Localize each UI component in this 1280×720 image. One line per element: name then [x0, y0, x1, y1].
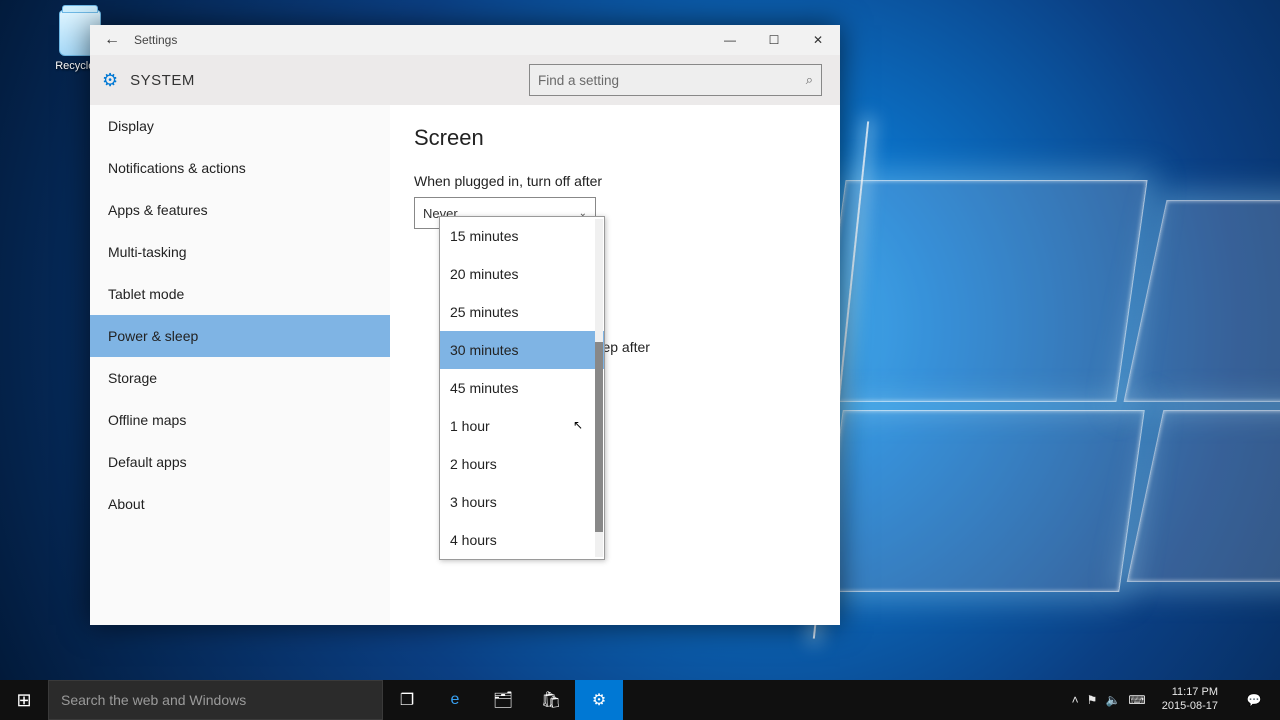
dropdown-option[interactable]: 3 hours [440, 483, 604, 521]
clock-date: 2015-08-17 [1162, 700, 1218, 714]
settings-header: ⚙ SYSTEM Find a setting ⌕ [90, 55, 840, 105]
settings-taskbar-icon[interactable]: ⚙ [575, 680, 623, 720]
maximize-button[interactable]: ☐ [752, 25, 796, 55]
action-center-icon[interactable]: 💬 [1234, 693, 1274, 707]
screen-turnoff-label: When plugged in, turn off after [414, 173, 816, 189]
taskbar: ⊞ Search the web and Windows ❐ e 🗂 🛍 ⚙ ˄… [0, 680, 1280, 720]
dropdown-option[interactable]: 4 hours [440, 521, 604, 559]
keyboard-icon[interactable]: ⌨ [1128, 693, 1145, 707]
tray-icon[interactable]: ⚑ [1087, 693, 1098, 707]
mouse-cursor: ↖ [573, 418, 583, 432]
dropdown-option[interactable]: 25 minutes [440, 293, 604, 331]
search-input[interactable]: Find a setting ⌕ [529, 64, 822, 96]
clock[interactable]: 11:17 PM 2015-08-17 [1154, 686, 1226, 714]
sidebar-item[interactable]: Default apps [90, 441, 390, 483]
sidebar-item[interactable]: Offline maps [90, 399, 390, 441]
sidebar-item[interactable]: Storage [90, 357, 390, 399]
clock-time: 11:17 PM [1162, 686, 1218, 700]
close-button[interactable]: ✕ [796, 25, 840, 55]
sidebar-item[interactable]: Multi-tasking [90, 231, 390, 273]
dropdown-option[interactable]: 30 minutes [440, 331, 604, 369]
sidebar-item[interactable]: Display [90, 105, 390, 147]
start-button[interactable]: ⊞ [0, 680, 48, 720]
dropdown-option[interactable]: 2 hours [440, 445, 604, 483]
volume-icon[interactable]: 🔈 [1105, 693, 1120, 707]
sidebar-item[interactable]: Power & sleep [90, 315, 390, 357]
file-explorer-icon[interactable]: 🗂 [479, 680, 527, 720]
dropdown-option[interactable]: 45 minutes [440, 369, 604, 407]
back-button[interactable]: ← [90, 31, 134, 49]
search-placeholder: Find a setting [538, 73, 619, 88]
task-view-button[interactable]: ❐ [383, 680, 431, 720]
dropdown-scrollbar-thumb[interactable] [595, 342, 603, 532]
sidebar-item[interactable]: Apps & features [90, 189, 390, 231]
dropdown-option[interactable]: 20 minutes [440, 255, 604, 293]
settings-sidebar: DisplayNotifications & actionsApps & fea… [90, 105, 390, 625]
edge-icon[interactable]: e [431, 680, 479, 720]
sidebar-item[interactable]: Tablet mode [90, 273, 390, 315]
taskbar-search-placeholder: Search the web and Windows [61, 692, 246, 708]
sidebar-item[interactable]: About [90, 483, 390, 525]
dropdown-option[interactable]: 15 minutes [440, 217, 604, 255]
taskbar-search-input[interactable]: Search the web and Windows [48, 680, 383, 720]
window-title: Settings [134, 33, 708, 47]
section-heading: Screen [414, 125, 816, 151]
screen-turnoff-dropdown[interactable]: 15 minutes20 minutes25 minutes30 minutes… [439, 216, 605, 560]
tray-chevron-up-icon[interactable]: ˄ [1072, 693, 1079, 707]
gear-icon: ⚙ [102, 70, 118, 91]
store-icon[interactable]: 🛍 [527, 680, 575, 720]
category-title: SYSTEM [130, 72, 195, 89]
search-icon: ⌕ [806, 72, 813, 88]
minimize-button[interactable]: — [708, 25, 752, 55]
sidebar-item[interactable]: Notifications & actions [90, 147, 390, 189]
window-titlebar: ← Settings — ☐ ✕ [90, 25, 840, 55]
